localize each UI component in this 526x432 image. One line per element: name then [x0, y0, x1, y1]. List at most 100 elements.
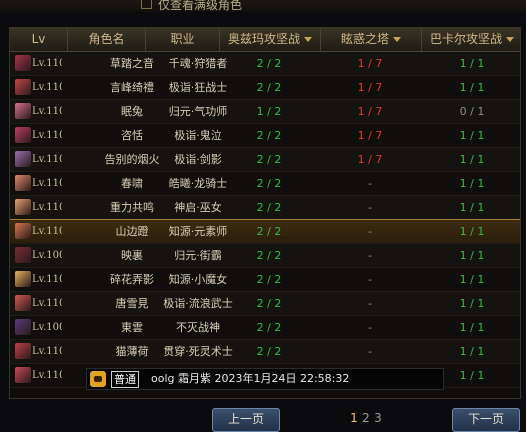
column-header-tower[interactable]: 眩惑之塔 [321, 28, 422, 51]
page-2[interactable]: 2 [360, 408, 372, 428]
character-avatar [15, 79, 31, 95]
column-header-lv[interactable]: Lv [10, 28, 68, 51]
ozma-progress-cell: 2 / 2 [256, 177, 282, 190]
character-avatar [15, 55, 31, 71]
character-avatar [15, 199, 31, 215]
table-header: Lv 角色名 职业 奥兹玛攻坚战 眩惑之塔 巴卡尔攻坚战 [10, 28, 520, 52]
tower-progress-cell: 1 / 7 [357, 153, 383, 166]
next-page-button[interactable]: 下一页 [452, 408, 520, 432]
table-row[interactable]: Lv.110草踏之音千魂·狩猎者2 / 21 / 71 / 1 [10, 52, 520, 76]
page-3[interactable]: 3 [372, 408, 384, 428]
tower-progress-cell: 1 / 7 [357, 81, 383, 94]
page-numbers: 123 [348, 408, 384, 428]
bakal-progress-cell: 1 / 1 [459, 273, 485, 286]
level-cell: Lv.110 [32, 58, 62, 69]
level-cell: Lv.100 [32, 250, 62, 261]
ozma-progress-cell: 2 / 2 [256, 201, 282, 214]
table-row[interactable]: Lv.110重力共鸣神启·巫女2 / 2-1 / 1 [10, 196, 520, 220]
character-avatar [15, 175, 31, 191]
level-cell: Lv.110 [32, 202, 62, 213]
ozma-progress-cell: 2 / 2 [256, 81, 282, 94]
character-avatar [15, 247, 31, 263]
max-level-filter-label: 仅查看满级角色 [158, 0, 243, 12]
ozma-progress-cell: 2 / 2 [256, 345, 282, 358]
sort-arrow-icon[interactable] [393, 37, 401, 42]
table-row[interactable]: Lv.110猫薄荷贯穿·死灵术士2 / 2-1 / 1 [10, 340, 520, 364]
ozma-progress-cell: 2 / 2 [256, 57, 282, 70]
table-row[interactable]: Lv.100映裏归元·街霸2 / 2-1 / 1 [10, 244, 520, 268]
table-row[interactable]: Lv.110唐雪見极诣·流浪武士2 / 2-1 / 1 [10, 292, 520, 316]
level-cell: Lv.110 [32, 346, 62, 357]
table-row[interactable]: Lv.110山边蹬知源·元素师2 / 2-1 / 1 [10, 219, 520, 245]
column-header-bakal[interactable]: 巴卡尔攻坚战 [422, 28, 520, 51]
tooltip-emblem-icon [90, 371, 106, 387]
ozma-progress-cell: 2 / 2 [256, 225, 282, 238]
column-header-name[interactable]: 角色名 [68, 28, 146, 51]
tower-progress-cell: - [368, 225, 372, 238]
tower-progress-cell: 1 / 7 [357, 129, 383, 142]
ozma-progress-cell: 2 / 2 [256, 153, 282, 166]
character-avatar [15, 151, 31, 167]
character-table: Lv 角色名 职业 奥兹玛攻坚战 眩惑之塔 巴卡尔攻坚战 Lv.110草踏之音千… [9, 27, 521, 399]
table-row[interactable]: Lv.110咨恬极诣·鬼泣2 / 21 / 71 / 1 [10, 124, 520, 148]
sort-arrow-icon[interactable] [304, 37, 312, 42]
tooltip-text: oolg 霜月紫 2023年1月24日 22:58:32 [151, 372, 350, 385]
tower-progress-cell: - [368, 297, 372, 310]
bakal-progress-cell: 0 / 1 [459, 105, 485, 118]
table-row[interactable]: Lv.110碎花弄影知源·小魔女2 / 2-1 / 1 [10, 268, 520, 292]
level-cell: Lv.110 [32, 82, 62, 93]
tower-progress-cell: - [368, 321, 372, 334]
record-tooltip: 普通 oolg 霜月紫 2023年1月24日 22:58:32 [86, 368, 444, 390]
tower-progress-cell: - [368, 201, 372, 214]
table-row[interactable]: Lv.110眠兔归元·气功师1 / 21 / 70 / 1 [10, 100, 520, 124]
bakal-progress-cell: 1 / 1 [459, 81, 485, 94]
character-avatar [15, 103, 31, 119]
bakal-progress-cell: 1 / 1 [459, 57, 485, 70]
prev-page-button[interactable]: 上一页 [212, 408, 280, 432]
tower-progress-cell: 1 / 7 [357, 105, 383, 118]
level-cell: Lv.110 [32, 298, 62, 309]
table-row[interactable]: Lv.100東雲不灭战神2 / 2-1 / 1 [10, 316, 520, 340]
bakal-progress-cell: 1 / 1 [459, 249, 485, 262]
ozma-progress-cell: 2 / 2 [256, 297, 282, 310]
ozma-progress-cell: 2 / 2 [256, 273, 282, 286]
table-row[interactable]: Lv.110春啸皓曦·龙骑士2 / 2-1 / 1 [10, 172, 520, 196]
tower-progress-cell: - [368, 345, 372, 358]
level-cell: Lv.100 [32, 322, 62, 333]
tooltip-badge: 普通 [111, 371, 139, 388]
ozma-progress-cell: 2 / 2 [256, 249, 282, 262]
bakal-progress-cell: 1 / 1 [459, 321, 485, 334]
level-cell: Lv.110 [32, 274, 62, 285]
level-cell: Lv.110 [32, 154, 62, 165]
level-cell: Lv.110 [32, 178, 62, 189]
table-row[interactable]: Lv.110言峰绮禮极诣·狂战士2 / 21 / 71 / 1 [10, 76, 520, 100]
tower-progress-cell: - [368, 177, 372, 190]
bakal-progress-cell: 1 / 1 [459, 297, 485, 310]
bakal-progress-cell: 1 / 1 [459, 177, 485, 190]
tower-progress-cell: - [368, 273, 372, 286]
level-cell: Lv.110 [32, 130, 62, 141]
character-avatar [15, 367, 31, 383]
tower-progress-cell: 1 / 7 [357, 57, 383, 70]
column-header-job[interactable]: 职业 [146, 28, 220, 51]
bakal-progress-cell: 1 / 1 [459, 129, 485, 142]
pagination-bar: 上一页 123 下一页 [0, 400, 526, 432]
character-avatar [15, 295, 31, 311]
character-avatar [15, 319, 31, 335]
top-strip [0, 0, 526, 12]
max-level-filter-checkbox[interactable] [141, 0, 152, 9]
bakal-progress-cell: 1 / 1 [459, 345, 485, 358]
level-cell: Lv.110 [32, 106, 62, 117]
character-avatar [15, 271, 31, 287]
level-cell: Lv.110 [32, 226, 62, 237]
bakal-progress-cell: 1 / 1 [459, 153, 485, 166]
bakal-progress-cell: 1 / 1 [459, 225, 485, 238]
page-1[interactable]: 1 [348, 408, 360, 428]
character-avatar [15, 223, 31, 239]
column-header-ozma[interactable]: 奥兹玛攻坚战 [220, 28, 321, 51]
table-row[interactable]: Lv.110告别的烟火极诣·剑影2 / 21 / 71 / 1 [10, 148, 520, 172]
ozma-progress-cell: 2 / 2 [256, 321, 282, 334]
ozma-progress-cell: 1 / 2 [256, 105, 282, 118]
sort-arrow-icon[interactable] [506, 37, 514, 42]
tower-progress-cell: - [368, 249, 372, 262]
